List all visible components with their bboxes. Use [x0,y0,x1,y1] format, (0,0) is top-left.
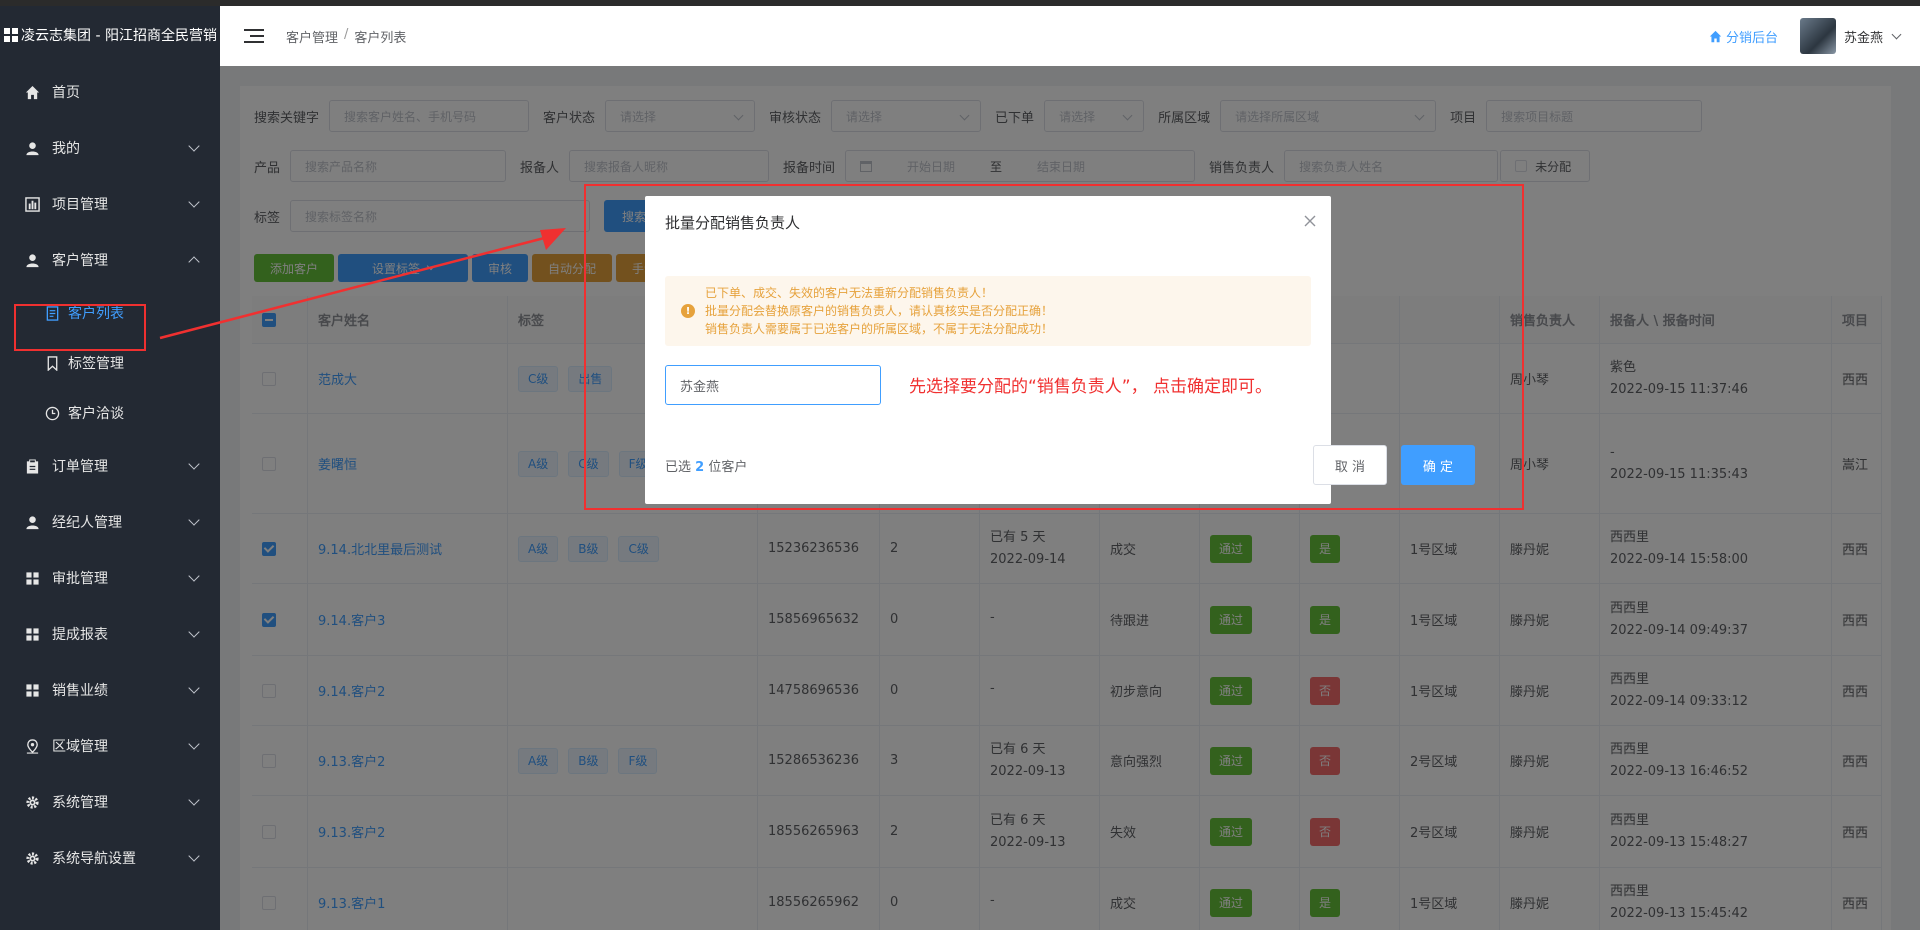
annotation-highlight-box [584,184,1524,510]
home-icon [1709,30,1722,42]
user-icon [24,252,40,268]
header-bar: 客户管理 / 客户列表 分销后台 苏金燕 [220,6,1920,66]
sidebar-item-10[interactable]: 系统管理 [0,774,220,830]
bookmark-icon [44,355,60,371]
chevron-down-icon [188,196,200,208]
chevron-down-icon [188,458,200,470]
sidebar-item-label: 提成报表 [52,627,108,643]
sidebar-item-label: 审批管理 [52,571,108,587]
sidebar-item-2[interactable]: 项目管理 [0,176,220,232]
sidebar-item-7[interactable]: 提成报表 [0,606,220,662]
annotation-menu-highlight [14,304,146,351]
app-root: 凌云志集团 - 阳江招商全民营销 首页 我的 项目管理 客户管理 客户列表 标签管理 客户… [0,0,1920,930]
sidebar-item-label: 订单管理 [52,459,108,475]
chevron-down-icon [188,850,200,862]
sidebar: 凌云志集团 - 阳江招商全民营销 首页 我的 项目管理 客户管理 客户列表 标签管理 客户… [0,6,220,930]
sidebar-item-label: 客户管理 [52,253,108,269]
menu-group-bottom: 订单管理经纪人管理审批管理提成报表销售业绩区域管理系统管理系统导航设置 [0,438,220,886]
sidebar-subitem-2[interactable]: 客户洽谈 [0,388,220,438]
sidebar-item-8[interactable]: 销售业绩 [0,662,220,718]
username[interactable]: 苏金燕 [1844,27,1883,46]
sidebar-item-6[interactable]: 审批管理 [0,550,220,606]
breadcrumb-item-0[interactable]: 客户管理 [286,27,338,46]
sidebar-subitem-label: 标签管理 [68,356,124,372]
menu-toggle-icon[interactable] [244,29,264,43]
brand: 凌云志集团 - 阳江招商全民营销 [0,6,220,64]
sidebar-item-3[interactable]: 客户管理 [0,232,220,288]
grid-icon [24,682,40,698]
clipboard-icon [24,458,40,474]
header-right: 分销后台 苏金燕 [1709,6,1902,66]
breadcrumb-separator: / [344,26,349,42]
grid-icon [24,570,40,586]
sidebar-item-1[interactable]: 我的 [0,120,220,176]
chevron-down-icon [188,682,200,694]
breadcrumb-item-1: 客户列表 [354,30,407,46]
chevron-down-icon [188,514,200,526]
grid-logo-icon [4,28,18,42]
chevron-down-icon [188,626,200,638]
sidebar-item-label: 我的 [52,141,80,157]
sidebar-item-label: 项目管理 [52,197,108,213]
breadcrumb: 客户管理 / 客户列表 [286,27,406,46]
sidebar-item-label: 首页 [52,85,80,101]
sidebar-item-0[interactable]: 首页 [0,64,220,120]
gear-icon [24,850,40,866]
grid-icon [24,626,40,642]
chevron-up-icon [188,256,200,268]
gear-icon [24,794,40,810]
sidebar-item-9[interactable]: 区域管理 [0,718,220,774]
home-icon [24,84,40,100]
chevron-down-icon [188,140,200,152]
user-icon [24,140,40,156]
clock-icon [44,405,60,421]
chevron-down-icon [188,738,200,750]
sidebar-item-label: 系统管理 [52,795,108,811]
avatar[interactable] [1799,18,1836,54]
sidebar-item-label: 区域管理 [52,739,108,755]
distribution-backend-label: 分销后台 [1725,30,1778,46]
sidebar-item-label: 经纪人管理 [52,515,122,531]
menu-group-top: 首页我的项目管理客户管理 [0,64,220,288]
chevron-down-icon [188,794,200,806]
app-title: 凌云志集团 - 阳江招商全民营销 [21,28,217,44]
location-icon [24,738,40,754]
sidebar-subitem-label: 客户洽谈 [68,406,124,422]
sidebar-item-11[interactable]: 系统导航设置 [0,830,220,886]
sidebar-item-label: 销售业绩 [52,683,108,699]
user-icon [24,514,40,530]
chevron-down-icon [188,570,200,582]
sidebar-item-5[interactable]: 经纪人管理 [0,494,220,550]
chart-icon [24,196,40,212]
distribution-backend-link[interactable]: 分销后台 [1709,27,1778,46]
sidebar-item-label: 系统导航设置 [52,851,136,867]
sidebar-item-4[interactable]: 订单管理 [0,438,220,494]
chevron-down-icon[interactable] [1891,29,1902,39]
